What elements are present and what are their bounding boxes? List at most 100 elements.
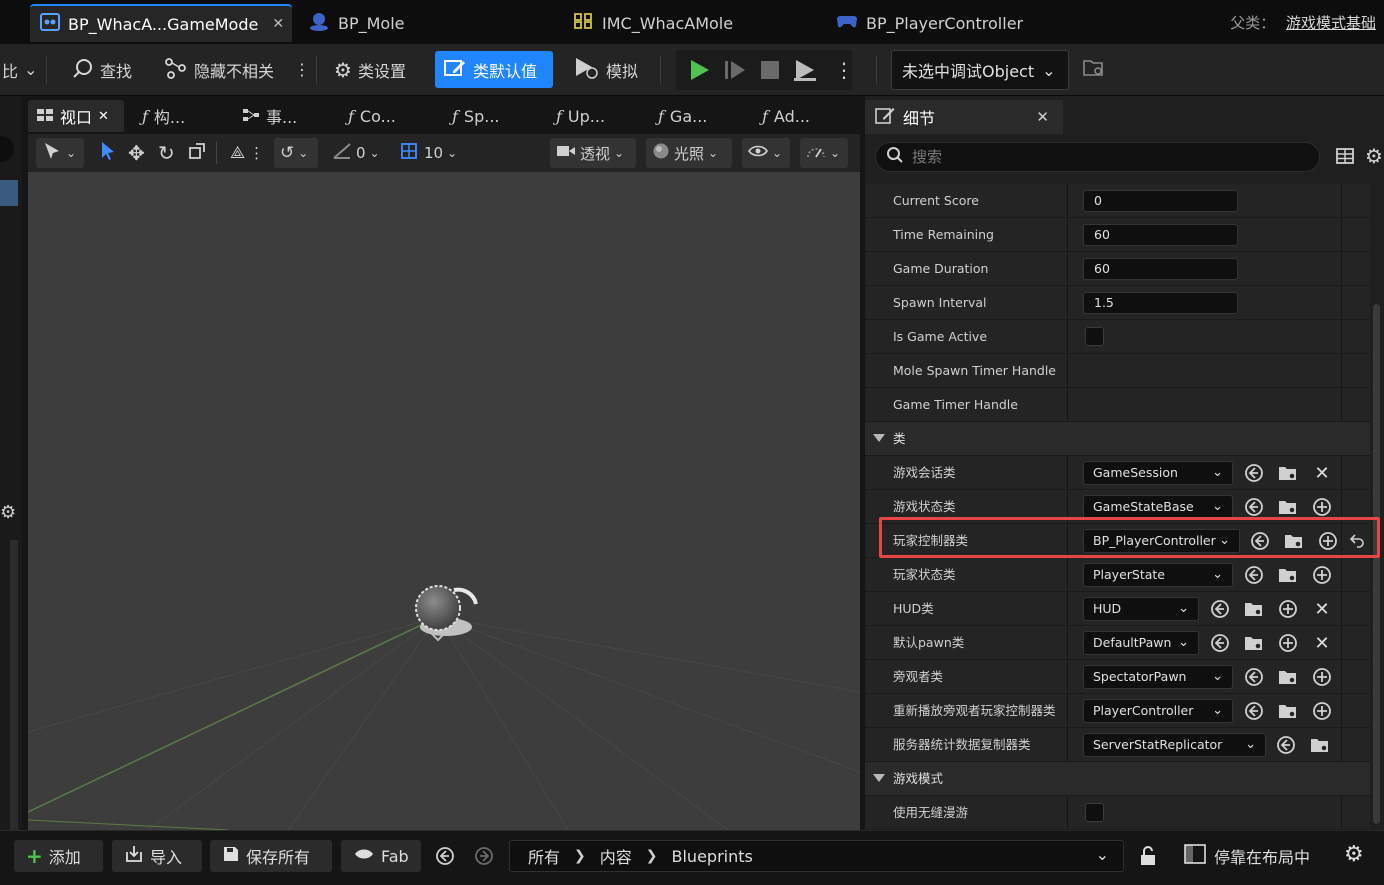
- rotation-snap-button[interactable]: 0 ⌄: [326, 138, 386, 168]
- add-icon[interactable]: [1311, 666, 1333, 688]
- stop-icon[interactable]: [760, 60, 780, 84]
- coordinate-system-button[interactable]: ↺ ⌄: [274, 138, 318, 168]
- tab-viewport[interactable]: 视口 ✕: [28, 100, 124, 132]
- select-tool-button[interactable]: [94, 138, 122, 168]
- browse-icon[interactable]: [1277, 564, 1299, 586]
- clear-icon[interactable]: ✕: [1311, 462, 1333, 484]
- browse-icon[interactable]: [1277, 496, 1299, 518]
- parent-class-link[interactable]: 游戏模式基础: [1286, 14, 1376, 32]
- clear-icon[interactable]: ✕: [1311, 632, 1333, 654]
- lock-icon[interactable]: [1138, 845, 1158, 871]
- class-picker[interactable]: PlayerState ⌄: [1083, 563, 1233, 587]
- time-remaining-field[interactable]: 60: [1083, 224, 1238, 246]
- search-input[interactable]: [912, 148, 1292, 166]
- grid-snap-button[interactable]: 10 ⌄: [394, 138, 463, 168]
- is-game-active-checkbox[interactable]: [1085, 327, 1104, 346]
- close-icon[interactable]: ✕: [272, 16, 284, 32]
- browse-icon[interactable]: [1277, 700, 1299, 722]
- performance-button[interactable]: ⌄: [800, 138, 848, 168]
- gear-icon[interactable]: ⚙: [1344, 842, 1364, 867]
- browse-icon[interactable]: [1277, 666, 1299, 688]
- use-selected-icon[interactable]: [1275, 734, 1297, 756]
- use-selected-icon[interactable]: [1243, 462, 1265, 484]
- class-picker[interactable]: HUD ⌄: [1083, 597, 1199, 621]
- use-selected-icon[interactable]: [1243, 666, 1265, 688]
- toolbar-clipped-menu[interactable]: 比 ⌄: [0, 51, 45, 88]
- view-mode-button[interactable]: 透视 ⌄: [550, 138, 636, 168]
- clear-icon[interactable]: ✕: [1311, 598, 1333, 620]
- import-button[interactable]: 导入: [112, 840, 202, 872]
- tab-function[interactable]: ƒ Up...: [548, 100, 613, 132]
- breadcrumb-item[interactable]: 内容: [600, 844, 632, 868]
- more-options-icon[interactable]: ⋮: [286, 51, 318, 88]
- close-icon[interactable]: ✕: [98, 109, 109, 124]
- browse-icon[interactable]: [1243, 598, 1265, 620]
- use-selected-icon[interactable]: [1243, 700, 1265, 722]
- current-score-field[interactable]: 0: [1083, 190, 1238, 212]
- browse-icon[interactable]: [1243, 632, 1265, 654]
- fab-button[interactable]: Fab: [341, 840, 421, 872]
- add-icon[interactable]: [1311, 700, 1333, 722]
- tab-function[interactable]: ƒ Sp...: [444, 100, 508, 132]
- tab-construction-script[interactable]: ƒ 构...: [134, 100, 193, 132]
- class-picker[interactable]: SpectatorPawn ⌄: [1083, 665, 1233, 689]
- tab-bp-playercontroller[interactable]: BP_PlayerController: [826, 4, 1033, 42]
- use-selected-icon[interactable]: [1243, 496, 1265, 518]
- gear-icon[interactable]: ⚙: [0, 502, 16, 523]
- class-picker[interactable]: BP_PlayerController ⌄: [1083, 529, 1240, 553]
- add-icon[interactable]: [1317, 530, 1339, 552]
- breadcrumb-item[interactable]: 所有: [528, 844, 560, 868]
- browse-icon[interactable]: [1309, 734, 1331, 756]
- tab-bp-gamemode[interactable]: BP_WhacA...GameMode ✕: [30, 4, 292, 42]
- dock-in-layout-button[interactable]: 停靠在布局中: [1184, 844, 1310, 868]
- scale-tool-button[interactable]: [182, 138, 212, 168]
- 3d-viewport[interactable]: [28, 172, 860, 830]
- tab-function[interactable]: ƒ Ga...: [650, 100, 715, 132]
- simulate-button[interactable]: 模拟: [564, 51, 646, 88]
- play-icon[interactable]: [688, 59, 710, 85]
- breadcrumb-item[interactable]: Blueprints: [672, 847, 753, 866]
- class-picker[interactable]: GameStateBase ⌄: [1083, 495, 1233, 519]
- add-icon[interactable]: [1311, 496, 1333, 518]
- add-icon[interactable]: [1277, 632, 1299, 654]
- scrollbar[interactable]: [10, 540, 18, 830]
- use-selected-icon[interactable]: [1209, 632, 1231, 654]
- show-flags-button[interactable]: ⌄: [742, 138, 790, 168]
- tab-details[interactable]: 细节 ✕: [865, 100, 1063, 134]
- tab-function[interactable]: ƒ Ad...: [754, 100, 818, 132]
- more-play-options-icon[interactable]: ⋮: [834, 58, 854, 82]
- reset-to-default-icon[interactable]: [1349, 532, 1365, 552]
- game-duration-field[interactable]: 60: [1083, 258, 1238, 280]
- class-picker[interactable]: DefaultPawn ⌄: [1083, 631, 1199, 655]
- lighting-button[interactable]: 光照 ⌄: [646, 138, 732, 168]
- eject-icon[interactable]: [792, 58, 818, 86]
- step-icon[interactable]: [724, 59, 746, 85]
- browse-icon[interactable]: [1277, 462, 1299, 484]
- seamless-travel-checkbox[interactable]: [1085, 803, 1104, 822]
- browse-debug-object-button[interactable]: [1074, 51, 1114, 88]
- hide-unrelated-button[interactable]: 隐藏不相关: [156, 51, 282, 88]
- details-scrollbar[interactable]: [1373, 304, 1380, 824]
- category-game-mode[interactable]: 游戏模式: [865, 762, 1370, 796]
- save-all-button[interactable]: 保存所有: [210, 840, 332, 872]
- use-selected-icon[interactable]: [1249, 530, 1271, 552]
- class-defaults-button[interactable]: 类默认值: [435, 51, 553, 88]
- tab-bp-mole[interactable]: BP_Mole: [298, 4, 415, 42]
- chevron-down-icon[interactable]: ⌄: [1096, 845, 1109, 864]
- add-button[interactable]: + 添加: [14, 840, 103, 872]
- close-icon[interactable]: ✕: [1036, 108, 1049, 126]
- find-button[interactable]: 查找: [64, 51, 140, 88]
- use-selected-icon[interactable]: [1209, 598, 1231, 620]
- category-classes[interactable]: 类: [865, 422, 1370, 456]
- tab-function[interactable]: ƒ Co...: [340, 100, 404, 132]
- collapsed-selected-item[interactable]: [0, 180, 18, 206]
- tab-imc-whacamole[interactable]: IMC_WhacAMole: [562, 4, 743, 42]
- tab-event-graph[interactable]: 事...: [234, 100, 305, 132]
- add-icon[interactable]: [1311, 564, 1333, 586]
- add-icon[interactable]: [1277, 598, 1299, 620]
- browse-icon[interactable]: [1283, 530, 1305, 552]
- surface-snap-button[interactable]: ⟁ ⋮: [224, 138, 270, 168]
- table-view-icon[interactable]: [1335, 146, 1355, 170]
- rotate-tool-button[interactable]: ↻: [152, 138, 181, 168]
- translate-tool-button[interactable]: ✥: [122, 138, 151, 168]
